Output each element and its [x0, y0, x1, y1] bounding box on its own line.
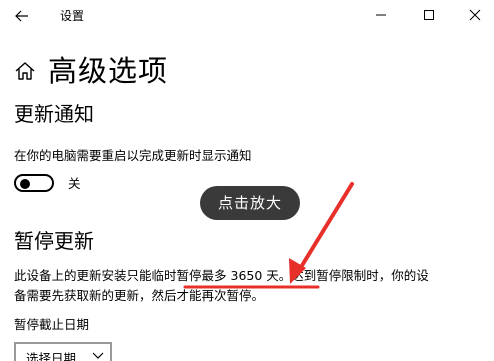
pause-date-dropdown[interactable]: 选择日期 [14, 342, 112, 361]
pause-until-label: 暂停截止日期 [14, 317, 90, 332]
toggle-state-label: 关 [68, 176, 81, 191]
pause-updates-description: 此设备上的更新安装只能临时暂停最多 3650 天。达到暂停限制时，你的设 备需要… [14, 266, 484, 306]
pause-text-after: 达到暂停限制时，你的设 [291, 268, 429, 283]
settings-window: 设置 高级选项 更新通知 在你的电脑需要重启以完成更新时显示通知 关 暂停更新 … [0, 0, 494, 361]
pause-text-before: 此设备上的更新安装只能临时 [14, 268, 177, 283]
update-notification-description: 在你的电脑需要重启以完成更新时显示通知 [14, 148, 252, 163]
pause-date-dropdown-value: 选择日期 [26, 351, 77, 361]
close-icon [469, 9, 481, 21]
window-title: 设置 [60, 9, 85, 23]
maximize-button[interactable] [406, 0, 452, 30]
update-notification-heading: 更新通知 [14, 102, 94, 126]
notification-toggle[interactable] [14, 174, 54, 192]
back-arrow-icon [15, 10, 28, 22]
toggle-knob [20, 179, 30, 189]
close-button[interactable] [452, 0, 494, 30]
pause-text-line2: 备需要先获取新的更新，然后才能再次暂停。 [14, 288, 265, 303]
title-bar: 设置 [0, 0, 494, 32]
minimize-icon [376, 14, 386, 16]
zoom-hint-tooltip[interactable]: 点击放大 [200, 186, 300, 220]
page-title: 高级选项 [48, 54, 169, 88]
pause-text-highlight: 暂停最多 3650 天。 [176, 268, 292, 283]
annotation-arrow-shaft [296, 182, 354, 274]
chevron-down-icon [92, 352, 104, 359]
minimize-button[interactable] [358, 0, 404, 30]
maximize-icon [424, 10, 434, 20]
pause-updates-heading: 暂停更新 [14, 229, 94, 253]
back-button[interactable] [8, 4, 36, 28]
home-icon[interactable] [14, 60, 36, 82]
